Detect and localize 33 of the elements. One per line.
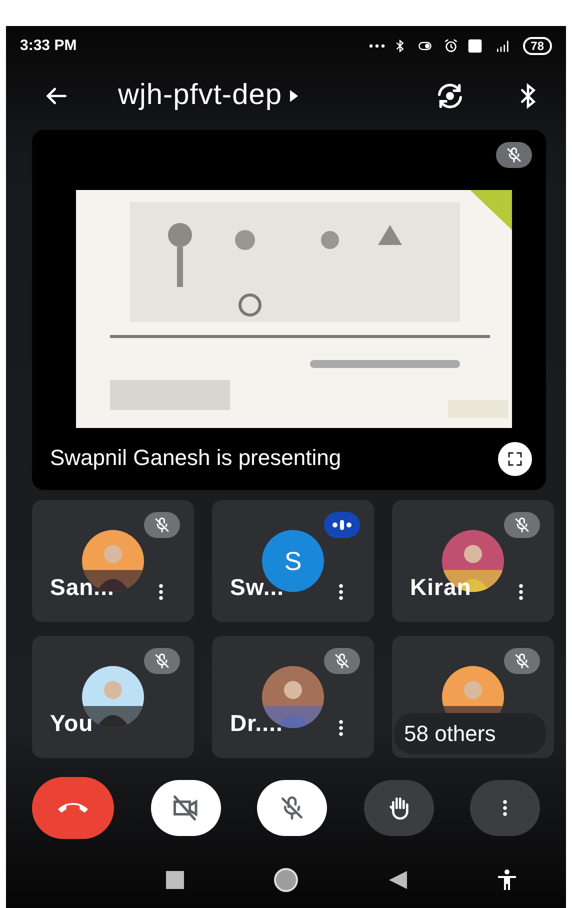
more-icon (502, 797, 508, 819)
others-count[interactable]: 58 others (394, 713, 546, 754)
fullscreen-button[interactable] (498, 442, 532, 476)
mic-off-icon (333, 652, 351, 670)
participant-name: You (50, 708, 94, 738)
raise-hand-button[interactable] (364, 780, 434, 836)
fullscreen-icon (506, 450, 524, 468)
home-icon[interactable] (273, 867, 300, 893)
participant-tile[interactable]: 58 others (392, 636, 554, 758)
participant-name: San... (50, 572, 114, 602)
accessibility-icon[interactable] (496, 869, 518, 891)
notification-dots-icon (368, 44, 385, 48)
participant-tile[interactable]: S Sw... (212, 500, 374, 622)
battery-level: 78 (522, 37, 552, 55)
participant-name: Sw... (230, 572, 284, 602)
mic-off-icon (513, 516, 531, 534)
presenting-caption: Swapnil Ganesh is presenting (50, 444, 342, 472)
participant-tile[interactable]: Dr.... (212, 636, 374, 758)
mic-off-icon (513, 652, 531, 670)
meeting-title[interactable]: wjh-pfvt-dep (118, 74, 298, 118)
camera-off-icon (170, 793, 200, 823)
status-time: 3:33 PM (20, 36, 77, 56)
mic-off-icon (505, 146, 523, 164)
mic-off-icon (153, 652, 171, 670)
participant-tile[interactable]: San... (32, 500, 194, 622)
camera-button[interactable] (150, 780, 220, 836)
phone-icon (58, 803, 88, 813)
mic-off-icon (153, 516, 171, 534)
participant-name: Dr.... (230, 708, 283, 738)
caret-icon (290, 90, 298, 102)
alarm-icon (442, 38, 459, 54)
back-icon[interactable] (388, 871, 407, 889)
participant-tile[interactable]: You (32, 636, 194, 758)
